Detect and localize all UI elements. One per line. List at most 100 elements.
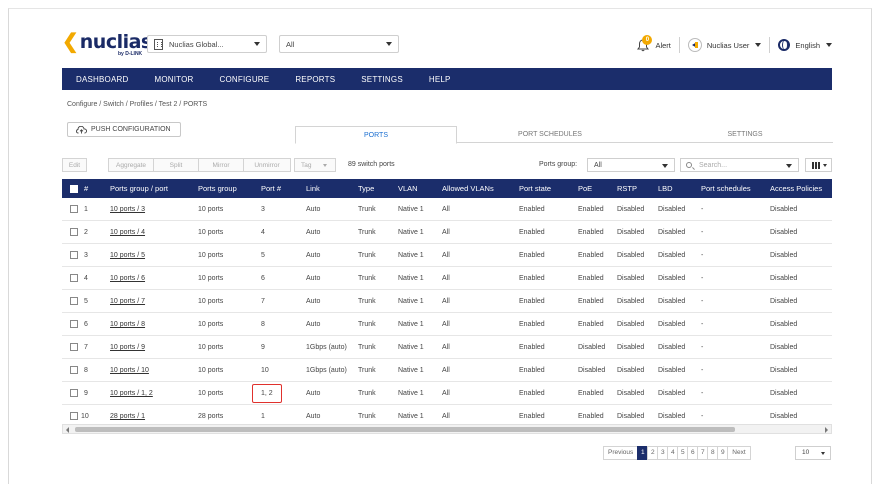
- edit-button[interactable]: Edit: [62, 158, 87, 172]
- table-row[interactable]: 8 10 ports / 10 10 ports 10 1Gbps (auto) Trun…: [62, 359, 832, 382]
- aggregate-button[interactable]: Aggregate: [108, 158, 154, 172]
- chevron-down-icon: [786, 164, 792, 168]
- col-port-schedules-header[interactable]: Port schedules: [701, 179, 751, 198]
- scroll-left-arrow-icon[interactable]: [66, 427, 69, 433]
- horizontal-scrollbar[interactable]: [62, 424, 832, 434]
- col-ports-group-cell: 10 ports: [198, 252, 224, 259]
- tab-ports[interactable]: PORTS: [295, 126, 457, 144]
- chevron-down-icon[interactable]: [755, 43, 762, 47]
- row-checkbox[interactable]: [70, 412, 78, 420]
- language-menu[interactable]: English: [795, 41, 820, 50]
- unmirror-button[interactable]: Unmirror: [243, 158, 291, 172]
- scrollbar-thumb[interactable]: [75, 427, 735, 432]
- col-type-header[interactable]: Type: [358, 179, 374, 198]
- row-checkbox[interactable]: [70, 251, 78, 259]
- organization-select[interactable]: Nuclias Global...: [147, 35, 267, 53]
- col-port-state-cell: Enabled: [519, 390, 545, 397]
- nav-configure[interactable]: CONFIGURE: [220, 75, 270, 84]
- col-allowed-vlans-cell: All: [442, 344, 450, 351]
- nav-dashboard[interactable]: DASHBOARD: [76, 75, 128, 84]
- column-chooser-button[interactable]: [805, 158, 832, 172]
- ports-group-select[interactable]: All: [587, 158, 675, 172]
- select-all-checkbox[interactable]: [70, 185, 78, 193]
- chevron-down-icon: [821, 452, 825, 455]
- col-number-header[interactable]: #: [84, 179, 88, 198]
- col-link-cell: Auto: [306, 206, 321, 213]
- col-ports-group-port-cell[interactable]: 10 ports / 1, 2: [110, 382, 153, 405]
- col-type-cell: Trunk: [358, 252, 376, 259]
- table-row[interactable]: 4 10 ports / 6 10 ports 6 Auto Trunk Native 1 A…: [62, 267, 832, 290]
- nav-monitor[interactable]: MONITOR: [154, 75, 193, 84]
- col-link-header[interactable]: Link: [306, 179, 320, 198]
- alert-label[interactable]: Alert: [655, 41, 670, 50]
- row-checkbox[interactable]: [70, 297, 78, 305]
- col-ports-group-port-cell[interactable]: 10 ports / 8: [110, 313, 145, 336]
- breadcrumb[interactable]: Configure / Switch / Profiles / Test 2 /…: [67, 101, 207, 108]
- row-checkbox[interactable]: [70, 389, 78, 397]
- col-ports-group-header[interactable]: Ports group: [198, 179, 237, 198]
- nav-settings[interactable]: SETTINGS: [361, 75, 403, 84]
- col-ports-group-port-header[interactable]: Ports group / port: [110, 179, 168, 198]
- col-allowed-vlans-cell: All: [442, 298, 450, 305]
- row-checkbox[interactable]: [70, 274, 78, 282]
- row-checkbox[interactable]: [70, 366, 78, 374]
- tab-bar: PORTS PORT SCHEDULES SETTINGS: [295, 126, 833, 144]
- pagination: Previous 1 2 3 4 5 6 7 8 9 Next: [603, 446, 751, 460]
- col-port-state-header[interactable]: Port state: [519, 179, 551, 198]
- col-lbd-header[interactable]: LBD: [658, 179, 673, 198]
- ports-group-value: All: [594, 162, 602, 169]
- col-rstp-header[interactable]: RSTP: [617, 179, 637, 198]
- table-row[interactable]: 2 10 ports / 4 10 ports 4 Auto Trunk Native 1 A…: [62, 221, 832, 244]
- chevron-down-icon: [386, 42, 392, 46]
- col-ports-group-port-cell[interactable]: 10 ports / 3: [110, 198, 145, 221]
- split-button[interactable]: Split: [153, 158, 199, 172]
- col-link-cell: 1Gbps (auto): [306, 344, 347, 351]
- col-ports-group-port-cell[interactable]: 10 ports / 10: [110, 359, 149, 382]
- table-row[interactable]: 5 10 ports / 7 10 ports 7 Auto Trunk Native 1 A…: [62, 290, 832, 313]
- table-row[interactable]: 6 10 ports / 8 10 ports 8 Auto Trunk Native 1 A…: [62, 313, 832, 336]
- col-allowed-vlans-header[interactable]: Allowed VLANs: [442, 179, 494, 198]
- tab-port-schedules[interactable]: PORT SCHEDULES: [475, 126, 625, 143]
- table-row[interactable]: 7 10 ports / 9 10 ports 9 1Gbps (auto) Trunk N…: [62, 336, 832, 359]
- row-checkbox[interactable]: [70, 320, 78, 328]
- site-select[interactable]: All: [279, 35, 399, 53]
- chevron-down-icon[interactable]: [826, 43, 832, 47]
- mirror-button[interactable]: Mirror: [198, 158, 244, 172]
- col-port-number-header[interactable]: Port #: [261, 179, 281, 198]
- table-row[interactable]: 1 10 ports / 3 10 ports 3 Auto Trunk Native 1 A…: [62, 198, 832, 221]
- scroll-right-arrow-icon[interactable]: [825, 427, 828, 433]
- tag-dropdown[interactable]: Tag: [294, 158, 336, 172]
- nav-help[interactable]: HELP: [429, 75, 451, 84]
- col-access-policies-header[interactable]: Access Policies: [770, 179, 822, 198]
- col-port-schedules-cell: -: [701, 229, 704, 236]
- table-row[interactable]: 3 10 ports / 5 10 ports 5 Auto Trunk Native 1 A…: [62, 244, 832, 267]
- col-ports-group-port-cell[interactable]: 10 ports / 5: [110, 244, 145, 267]
- col-ports-group-port-cell[interactable]: 10 ports / 4: [110, 221, 145, 244]
- col-ports-group-port-cell[interactable]: 10 ports / 9: [110, 336, 145, 359]
- organization-select-value: Nuclias Global...: [169, 39, 224, 49]
- col-poe-cell: Enabled: [578, 298, 604, 305]
- col-ports-group-port-cell[interactable]: 10 ports / 7: [110, 290, 145, 313]
- previous-page-button[interactable]: Previous: [603, 446, 639, 460]
- col-ports-group-port-cell[interactable]: 10 ports / 6: [110, 267, 145, 290]
- rows-per-page-select[interactable]: 10: [795, 446, 831, 460]
- nuclias-logo[interactable]: ❮ nuclias: [62, 32, 152, 52]
- table-row[interactable]: 9 10 ports / 1, 2 10 ports 1, 2 Auto Trunk Nat…: [62, 382, 832, 405]
- row-checkbox[interactable]: [70, 205, 78, 213]
- col-port-schedules-cell: -: [701, 344, 704, 351]
- tab-settings[interactable]: SETTINGS: [665, 126, 825, 143]
- col-link-cell: Auto: [306, 321, 321, 328]
- alert-button[interactable]: 0: [637, 35, 653, 53]
- row-checkbox[interactable]: [70, 228, 78, 236]
- search-dropdown[interactable]: Search...: [680, 158, 799, 172]
- col-access-policies-cell: Disabled: [770, 321, 798, 328]
- col-poe-header[interactable]: PoE: [578, 179, 592, 198]
- col-port-number-cell: 10: [261, 367, 269, 374]
- row-checkbox[interactable]: [70, 343, 78, 351]
- col-access-policies-cell: Disabled: [770, 344, 798, 351]
- next-page-button[interactable]: Next: [727, 446, 751, 460]
- user-menu[interactable]: Nuclias User: [707, 41, 750, 50]
- col-vlan-header[interactable]: VLAN: [398, 179, 418, 198]
- push-configuration-button[interactable]: PUSH CONFIGURATION: [67, 122, 181, 137]
- nav-reports[interactable]: REPORTS: [295, 75, 335, 84]
